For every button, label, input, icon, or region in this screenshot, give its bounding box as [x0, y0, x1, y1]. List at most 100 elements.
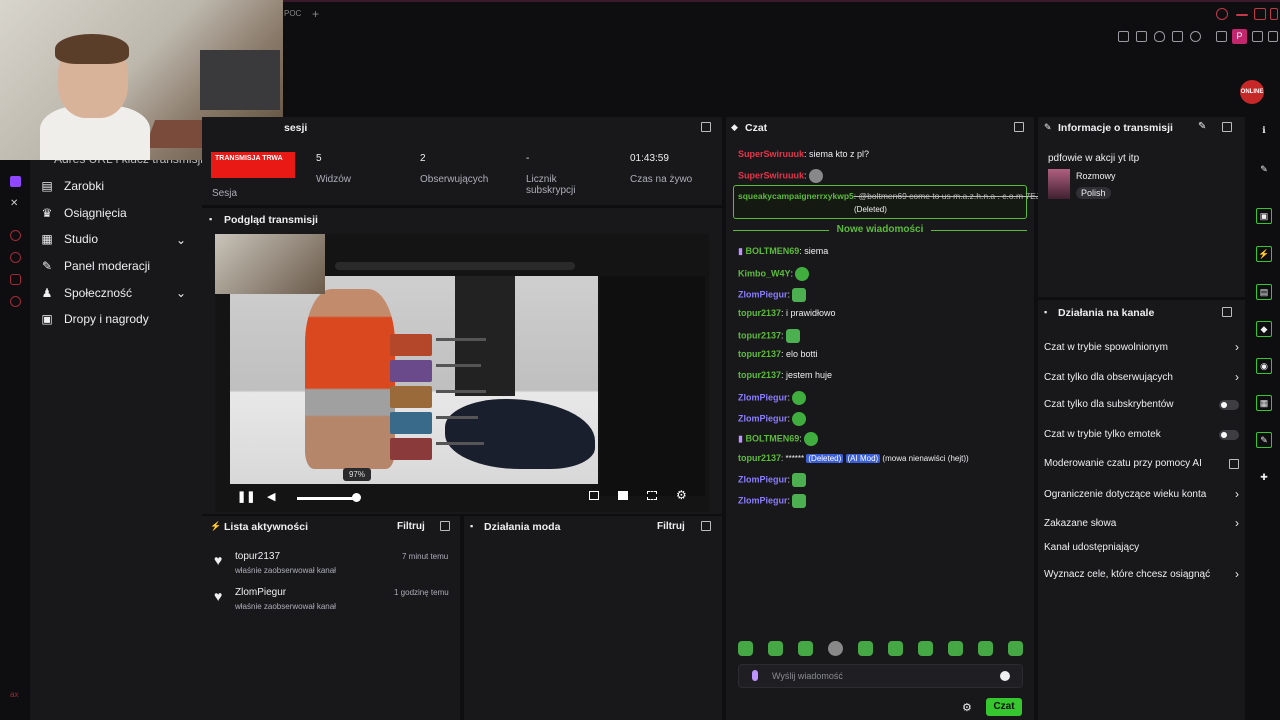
rail-circle-icon[interactable] — [10, 230, 21, 241]
emote-icon[interactable] — [918, 641, 933, 656]
popout-icon[interactable] — [1222, 307, 1232, 317]
emote-icon[interactable] — [828, 641, 843, 656]
chat-message[interactable]: topur2137: — [738, 329, 800, 343]
popout-icon[interactable] — [1014, 122, 1024, 132]
add-action-icon[interactable]: ✚ — [1256, 470, 1272, 486]
channel-logo[interactable]: ONLINE — [1240, 80, 1264, 104]
account-age-option[interactable]: Ograniczenie dotyczące wieku konta › — [1044, 487, 1239, 501]
emote-only-option[interactable]: Czat w trybie tylko emotek — [1044, 429, 1239, 440]
marker-icon[interactable]: ▤ — [1256, 284, 1272, 300]
new-tab-button[interactable]: + — [312, 7, 319, 21]
broadcast-icon[interactable]: ◉ — [1256, 358, 1272, 374]
chat-username[interactable]: topur2137 — [738, 330, 781, 340]
sidebar-item-community[interactable]: ♟ Społeczność — [40, 282, 132, 304]
followers-only-option[interactable]: Czat tylko dla obserwujących › — [1044, 370, 1239, 384]
chat-username[interactable]: topur2137 — [738, 308, 781, 318]
toggle-switch[interactable] — [1219, 399, 1239, 410]
chat-message[interactable]: squeakycampaignerrxykwp5: @boltmen69 com… — [738, 191, 1061, 201]
chat-username[interactable]: BOLTMEN69 — [745, 433, 799, 443]
pin-icon[interactable] — [1118, 31, 1129, 42]
chat-message[interactable]: ZlomPiegur: — [738, 473, 807, 487]
popout-icon[interactable] — [701, 521, 711, 531]
edit-icon[interactable]: ✎ — [1198, 121, 1206, 132]
chat-message[interactable]: ZlomPiegur: — [738, 391, 807, 405]
slow-mode-option[interactable]: Czat w trybie spowolnionym › — [1044, 340, 1239, 354]
chat-message[interactable]: topur2137: ****** (Deleted) (AI Mod) (mo… — [738, 453, 969, 463]
shield-icon[interactable] — [1154, 31, 1165, 42]
chat-username[interactable]: topur2137 — [738, 370, 781, 380]
chat-username[interactable]: ZlomPiegur — [738, 289, 788, 299]
info-icon[interactable]: ℹ — [1256, 123, 1272, 139]
toggle-switch[interactable] — [1219, 429, 1239, 440]
emote-icon[interactable] — [1008, 641, 1023, 656]
chat-message[interactable]: topur2137: i prawidłowo — [738, 308, 836, 318]
sidebar-item-achievements[interactable]: ♛ Osiągnięcia — [40, 202, 127, 224]
sidebar-item-studio[interactable]: ▦ Studio — [40, 228, 98, 250]
popout-icon[interactable] — [1222, 122, 1232, 132]
search-icon[interactable] — [1216, 8, 1228, 20]
volume-icon[interactable]: ◀ — [267, 490, 275, 503]
settings-gear-icon[interactable]: ⚙ — [676, 488, 687, 502]
emoji-picker-icon[interactable] — [1000, 671, 1010, 681]
emote-icon[interactable] — [888, 641, 903, 656]
extensions-icon[interactable] — [1216, 31, 1227, 42]
chat-username[interactable]: BOLTMEN69 — [745, 246, 799, 256]
chevron-down-icon[interactable]: ⌄ — [176, 233, 186, 247]
sidebar-item-earnings[interactable]: ▤ Zarobki — [40, 175, 104, 197]
send-icon[interactable] — [1172, 31, 1183, 42]
minimize-icon[interactable] — [1236, 14, 1248, 16]
pencil-icon[interactable]: ✎ — [1256, 162, 1272, 178]
chat-username[interactable]: ZlomPiegur — [738, 495, 788, 505]
emote-icon[interactable] — [978, 641, 993, 656]
blocked-terms-option[interactable]: Zakazane słowa › — [1044, 516, 1239, 530]
emote-icon[interactable] — [738, 641, 753, 656]
pause-icon[interactable]: ❚❚ — [237, 490, 255, 503]
activity-filter-button[interactable]: Filtruj — [397, 521, 425, 532]
chat-username[interactable]: Kimbo_W4Y — [738, 268, 791, 278]
goals-option[interactable]: Wyznacz cele, które chcesz osiągnąć › — [1044, 567, 1239, 581]
shared-channel-option[interactable]: Kanał udostępniający — [1044, 542, 1239, 553]
mod-filter-button[interactable]: Filtruj — [657, 521, 685, 532]
screenshot-icon[interactable] — [1136, 31, 1147, 42]
language-tag[interactable]: Polish — [1076, 187, 1111, 199]
settings-icon[interactable] — [10, 296, 21, 307]
chat-message[interactable]: topur2137: elo botti — [738, 349, 818, 359]
chat-username[interactable]: topur2137 — [738, 453, 781, 463]
chat-message[interactable]: ZlomPiegur: — [738, 412, 807, 426]
wrench-icon[interactable]: ✎ — [1256, 432, 1272, 448]
chat-input-placeholder[interactable]: Wyślij wiadomość — [772, 671, 843, 681]
chat-username[interactable]: ZlomPiegur — [738, 474, 788, 484]
chat-message[interactable]: ▮ BOLTMEN69: — [738, 432, 818, 446]
chat-icon[interactable]: ◆ — [1256, 321, 1272, 337]
mic-icon[interactable] — [752, 670, 758, 681]
popout-icon[interactable] — [440, 521, 450, 531]
chat-message[interactable]: ▮ BOLTMEN69: siema — [738, 246, 828, 257]
ai-moderation-option[interactable]: Moderowanie czatu przy pomocy AI — [1044, 458, 1239, 469]
chat-message[interactable]: SuperSwiruuuk: siema kto z pl? — [738, 149, 869, 159]
raid-icon[interactable]: ▦ — [1256, 395, 1272, 411]
bolt-icon[interactable]: ⚡ — [1256, 246, 1272, 262]
chat-send-button[interactable]: Czat — [986, 698, 1022, 716]
clock-icon[interactable] — [10, 252, 21, 263]
volume-slider-handle[interactable] — [352, 493, 361, 502]
popout-icon[interactable] — [701, 122, 711, 132]
activity-user[interactable]: ZlomPiegur — [235, 587, 286, 598]
browser-tab[interactable]: POC — [284, 9, 301, 18]
chat-username[interactable]: SuperSwiruuuk — [738, 149, 804, 159]
close-icon[interactable] — [1270, 8, 1278, 20]
chat-username[interactable]: ZlomPiegur — [738, 413, 788, 423]
chat-message[interactable]: ZlomPiegur: — [738, 288, 807, 302]
twitch-icon[interactable] — [10, 176, 21, 187]
chat-username[interactable]: SuperSwiruuuk — [738, 170, 804, 180]
theatre-icon[interactable] — [618, 491, 628, 500]
emote-icon[interactable] — [798, 641, 813, 656]
subscribers-only-option[interactable]: Czat tylko dla subskrybentów — [1044, 399, 1239, 410]
emote-icon[interactable] — [768, 641, 783, 656]
sidebar-item-mod-panel[interactable]: ✎ Panel moderacji — [40, 255, 150, 277]
chat-username[interactable]: squeakycampaignerrxykwp5 — [738, 191, 854, 201]
chat-settings-icon[interactable]: ⚙ — [962, 701, 972, 714]
chat-username[interactable]: ZlomPiegur — [738, 392, 788, 402]
stream-video[interactable] — [215, 234, 709, 512]
rail-bottom-icon[interactable]: ax — [10, 690, 21, 701]
emote-icon[interactable] — [858, 641, 873, 656]
